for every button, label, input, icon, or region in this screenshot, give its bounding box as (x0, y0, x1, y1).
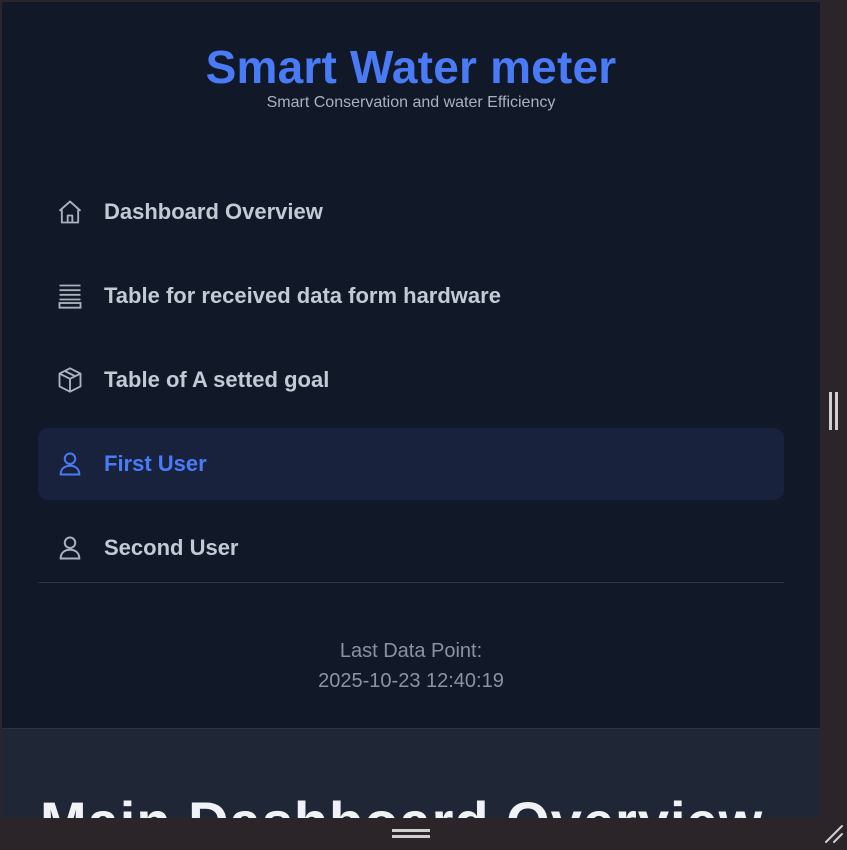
last-data-timestamp: 2025-10-23 12:40:19 (318, 670, 504, 692)
app-subtitle: Smart Conservation and water Efficiency (266, 94, 556, 111)
last-data-label: Last Data Point: (339, 640, 483, 662)
last-data-point: Last Data Point: 2025-10-23 12:40:19 (2, 636, 820, 696)
box-icon (56, 366, 84, 394)
sidebar: Smart Water meter Smart Conservation and… (2, 2, 820, 728)
nav-item-second-user[interactable]: Second User (38, 512, 784, 584)
nav-item-label: Table of A setted goal (104, 367, 330, 392)
resize-handle-icon[interactable] (824, 824, 844, 844)
horizontal-scroll-grip-icon[interactable] (392, 829, 430, 841)
nav-item-label: First User (104, 451, 207, 476)
main-content: Main Dashboard Overview (2, 728, 820, 818)
vertical-scroll-grip-icon[interactable] (829, 392, 838, 430)
nav-item-label: Second User (104, 535, 239, 560)
nav-item-first-user[interactable]: First User (38, 428, 784, 500)
sidebar-divider (38, 582, 784, 583)
browser-frame: Smart Water meter Smart Conservation and… (0, 0, 847, 850)
page-title: Main Dashboard Overview (40, 789, 763, 818)
nav-item-goal-table[interactable]: Table of A setted goal (38, 344, 784, 416)
user-icon (56, 534, 84, 562)
nav-item-label: Table for received data form hardware (104, 283, 501, 308)
app-viewport: Smart Water meter Smart Conservation and… (2, 2, 820, 818)
nav-item-dashboard-overview[interactable]: Dashboard Overview (38, 176, 784, 248)
home-icon (56, 198, 84, 226)
user-icon (56, 450, 84, 478)
database-icon (56, 282, 84, 310)
nav-item-received-data-table[interactable]: Table for received data form hardware (38, 260, 784, 332)
nav-item-label: Dashboard Overview (104, 199, 323, 224)
sidebar-nav: Dashboard Overview Table for received da… (38, 176, 784, 596)
app-title: Smart Water meter (205, 41, 617, 93)
